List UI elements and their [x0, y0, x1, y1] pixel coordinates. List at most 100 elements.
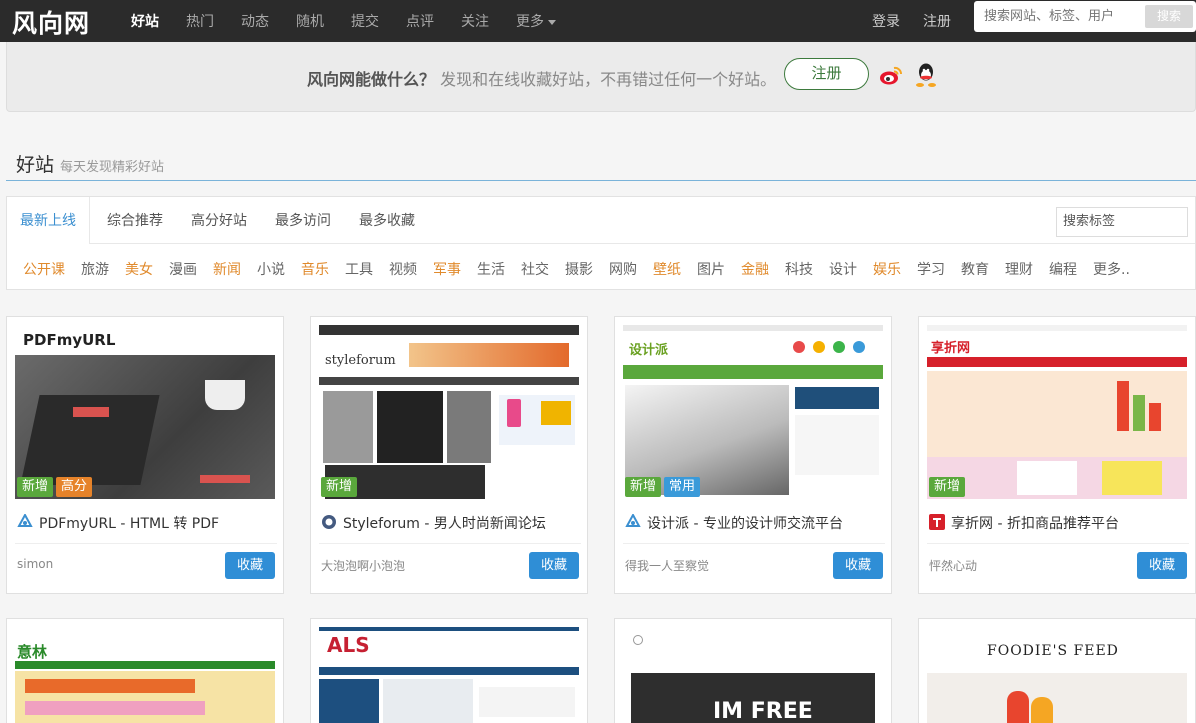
thumb-logo-text: 享折网 — [931, 341, 971, 356]
site-logo[interactable]: 风向网 — [12, 4, 90, 40]
site-card[interactable]: PDFmyURL 新增 高分 PDFmyURL - HTML 转 PDF sim… — [6, 316, 284, 594]
tab-latest[interactable]: 最新上线 — [7, 197, 90, 244]
tag-link[interactable]: 视频 — [389, 259, 417, 279]
nav-item-guanzhu[interactable]: 关注 — [461, 11, 489, 31]
new-badge: 新增 — [321, 477, 358, 497]
site-title[interactable]: 设计派 - 专业的设计师交流平台 — [647, 513, 843, 533]
site-thumbnail[interactable]: PDFmyURL — [15, 325, 275, 499]
tag-link[interactable]: 摄影 — [565, 259, 593, 279]
thumb-logo-text: styleforum — [325, 353, 396, 368]
tab-top-rated[interactable]: 高分好站 — [191, 197, 247, 244]
site-thumbnail[interactable]: styleforum — [319, 325, 579, 499]
site-thumbnail[interactable]: 享折网 — [927, 325, 1187, 499]
tag-link[interactable]: 娱乐 — [873, 259, 901, 279]
site-card[interactable]: IM FREE — [614, 618, 892, 723]
badge-group: 新增 常用 — [625, 477, 703, 497]
tab-recommended[interactable]: 综合推荐 — [107, 197, 163, 244]
tag-link[interactable]: 科技 — [785, 259, 813, 279]
register-wrap: 注册 — [923, 0, 951, 42]
tag-link[interactable]: 设计 — [829, 259, 857, 279]
badge-group: 新增 — [929, 477, 968, 497]
tag-link[interactable]: 工具 — [345, 259, 373, 279]
tab-bar: 最新上线 综合推荐 高分好站 最多访问 最多收藏 搜索标签 — [7, 197, 1195, 244]
tag-link[interactable]: 理财 — [1005, 259, 1033, 279]
site-thumbnail[interactable]: 意林 — [15, 627, 275, 723]
section-divider — [6, 180, 1196, 181]
tab-most-favorited[interactable]: 最多收藏 — [359, 197, 415, 244]
tag-link[interactable]: 生活 — [477, 259, 505, 279]
site-favicon-icon — [322, 515, 336, 529]
site-card[interactable]: ALS — [310, 618, 588, 723]
site-favicon-icon — [929, 514, 945, 530]
tag-link[interactable]: 小说 — [257, 259, 285, 279]
thumb-logo-text: 意林 — [17, 643, 48, 661]
main-nav: 好站 热门 动态 随机 提交 点评 关注 更多 — [131, 0, 583, 42]
search-input[interactable] — [974, 1, 1142, 32]
nav-item-haozhan[interactable]: 好站 — [131, 11, 159, 31]
weibo-icon[interactable] — [879, 64, 903, 88]
intro-banner: 风向网能做什么？ 发现和在线收藏好站，不再错过任何一个好站。 注册 — [6, 42, 1196, 112]
submitter-name[interactable]: 怦然心动 — [929, 557, 977, 574]
tag-link[interactable]: 社交 — [521, 259, 549, 279]
nav-item-more[interactable]: 更多 — [516, 11, 556, 31]
site-card[interactable]: 享折网 新增 享折网 - 折扣商品推荐平台 怦然心动 收藏 — [918, 316, 1196, 594]
register-link[interactable]: 注册 — [923, 11, 951, 31]
card-divider — [927, 543, 1189, 544]
tag-link[interactable]: 更多.. — [1093, 259, 1130, 279]
chevron-down-icon — [548, 19, 556, 25]
tag-link[interactable]: 网购 — [609, 259, 637, 279]
site-thumbnail[interactable]: FOODIE'S FEED — [927, 627, 1187, 723]
favorite-button[interactable]: 收藏 — [529, 552, 579, 579]
tag-link[interactable]: 图片 — [697, 259, 725, 279]
banner-register-button[interactable]: 注册 — [784, 58, 869, 90]
site-card[interactable]: styleforum 新增 Styleforum - 男人时尚新闻论坛 大泡泡啊… — [310, 316, 588, 594]
site-card[interactable]: FOODIE'S FEED — [918, 618, 1196, 723]
nav-item-dongtai[interactable]: 动态 — [241, 11, 269, 31]
tag-link[interactable]: 新闻 — [213, 259, 241, 279]
tag-link[interactable]: 金融 — [741, 259, 769, 279]
badge-group: 新增 高分 — [17, 477, 95, 497]
site-thumbnail[interactable]: IM FREE — [623, 627, 883, 723]
favorite-button[interactable]: 收藏 — [1137, 552, 1187, 579]
new-badge: 新增 — [17, 477, 54, 497]
tag-link[interactable]: 漫画 — [169, 259, 197, 279]
site-title[interactable]: 享折网 - 折扣商品推荐平台 — [951, 513, 1119, 533]
tag-link[interactable]: 编程 — [1049, 259, 1077, 279]
site-thumbnail[interactable]: ALS — [319, 627, 579, 723]
thumb-logo-text: IM FREE — [713, 699, 813, 723]
site-favicon-icon — [17, 514, 33, 527]
tag-link[interactable]: 公开课 — [23, 259, 65, 279]
tag-link[interactable]: 学习 — [917, 259, 945, 279]
login-link[interactable]: 登录 — [872, 11, 900, 31]
nav-item-suiji[interactable]: 随机 — [296, 11, 324, 31]
intro-text: 风向网能做什么？ 发现和在线收藏好站，不再错过任何一个好站。 — [307, 66, 776, 90]
nav-item-tijiao[interactable]: 提交 — [351, 11, 379, 31]
site-card[interactable]: 设计派 新增 常用 设计派 - 专业的设计师交流平台 得我一人至察觉 收藏 — [614, 316, 892, 594]
submitter-name[interactable]: 得我一人至察觉 — [625, 557, 709, 574]
section-title: 好站 — [16, 154, 55, 176]
favorite-button[interactable]: 收藏 — [833, 552, 883, 579]
favorite-button[interactable]: 收藏 — [225, 552, 275, 579]
tab-most-visited[interactable]: 最多访问 — [275, 197, 331, 244]
site-favicon-icon — [625, 514, 641, 527]
card-divider — [319, 543, 581, 544]
submitter-name[interactable]: 大泡泡啊小泡泡 — [321, 557, 405, 574]
tag-link[interactable]: 军事 — [433, 259, 461, 279]
tag-link[interactable]: 旅游 — [81, 259, 109, 279]
site-thumbnail[interactable]: 设计派 — [623, 325, 883, 499]
nav-item-dianping[interactable]: 点评 — [406, 11, 434, 31]
tag-search-input[interactable]: 搜索标签 — [1056, 207, 1188, 237]
site-title[interactable]: PDFmyURL - HTML 转 PDF — [39, 513, 219, 533]
nav-item-remen[interactable]: 热门 — [186, 11, 214, 31]
site-title[interactable]: Styleforum - 男人时尚新闻论坛 — [343, 513, 546, 533]
intro-desc: 发现和在线收藏好站，不再错过任何一个好站。 — [440, 70, 777, 89]
tag-link[interactable]: 教育 — [961, 259, 989, 279]
search-button[interactable]: 搜索 — [1145, 5, 1193, 28]
site-card[interactable]: 意林 — [6, 618, 284, 723]
tag-link[interactable]: 音乐 — [301, 259, 329, 279]
tag-link[interactable]: 壁纸 — [653, 259, 681, 279]
qq-icon[interactable] — [915, 62, 937, 88]
tag-list: 公开课 旅游 美女 漫画 新闻 小说 音乐 工具 视频 军事 生活 社交 摄影 网购 壁纸 图片 金融 科技 设计娱… — [23, 259, 1146, 279]
submitter-name[interactable]: simon — [17, 557, 53, 571]
tag-link[interactable]: 美女 — [125, 259, 153, 279]
